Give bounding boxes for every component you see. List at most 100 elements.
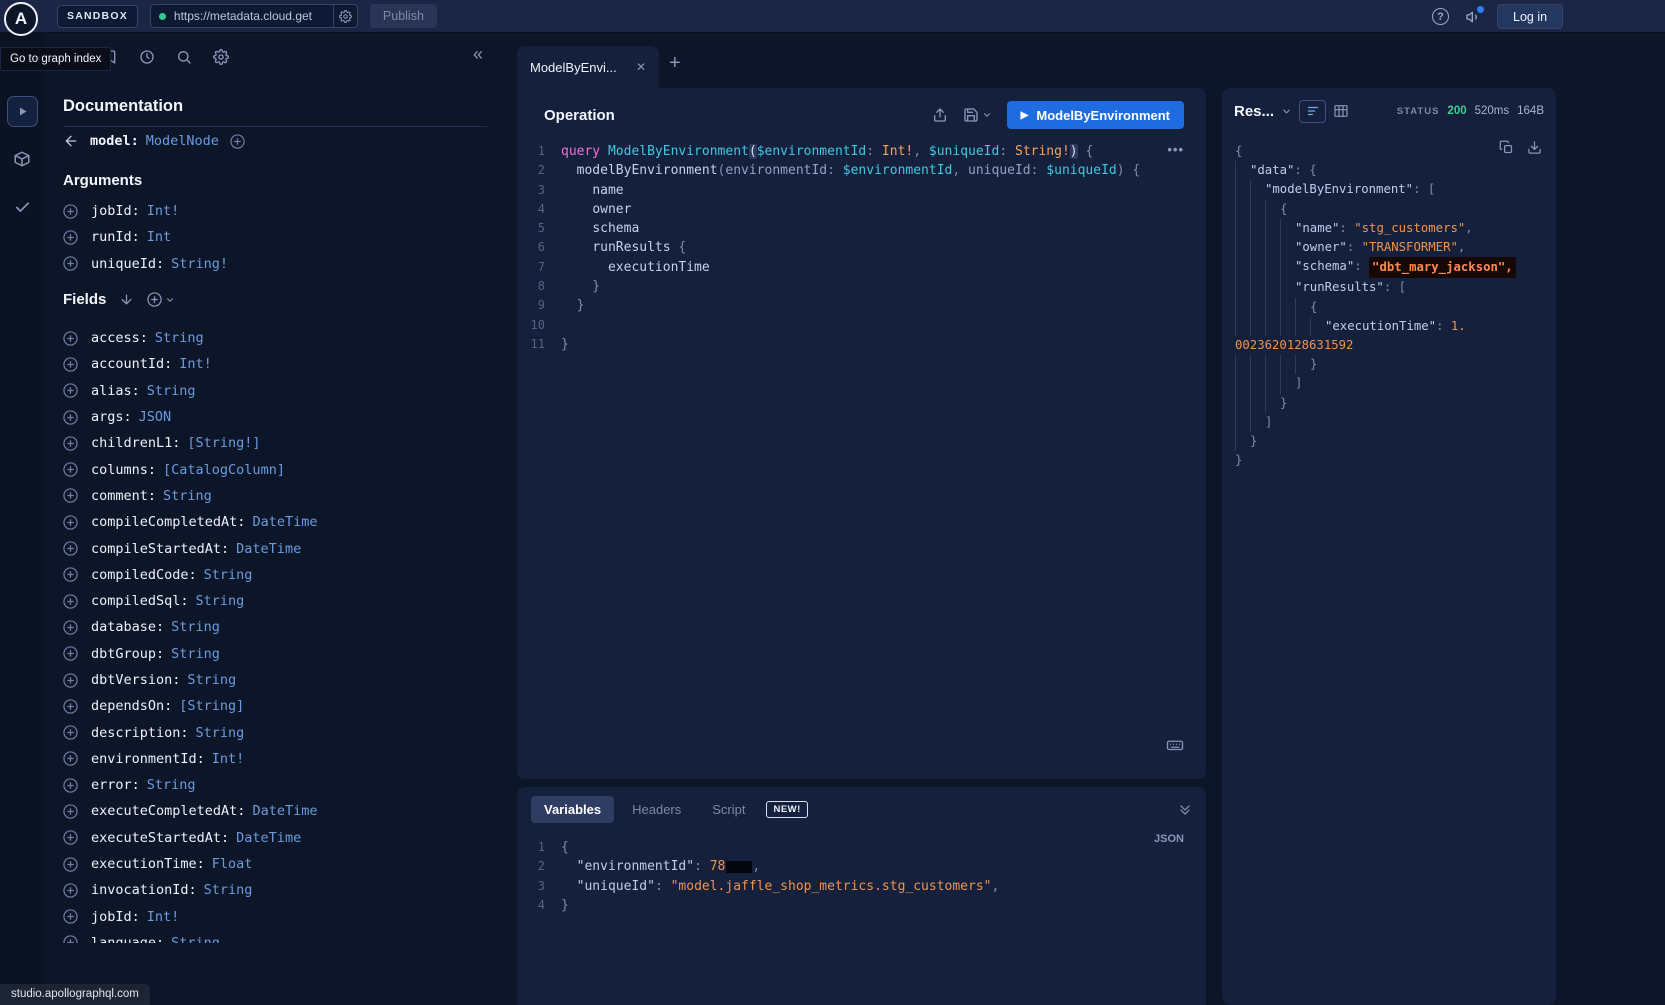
endpoint-input[interactable]: https://metadata.cloud.get [150, 4, 358, 28]
add-to-query-icon[interactable] [63, 646, 78, 661]
fields-list[interactable]: access:StringaccountId:Int!alias:Stringa… [63, 325, 487, 943]
share-icon[interactable] [932, 107, 948, 123]
field-type-link[interactable]: Float [212, 856, 253, 872]
field-type-link[interactable]: DateTime [236, 541, 301, 557]
add-to-query-icon[interactable] [63, 541, 78, 556]
add-to-query-icon[interactable] [63, 620, 78, 635]
checks-icon[interactable] [14, 199, 31, 216]
indent-guide [1265, 200, 1280, 219]
add-to-query-icon[interactable] [63, 935, 78, 943]
field-type-link[interactable]: DateTime [252, 803, 317, 819]
add-to-query-icon[interactable] [63, 383, 78, 398]
add-to-query-icon[interactable] [63, 204, 78, 219]
endpoint-url[interactable]: https://metadata.cloud.get [166, 9, 333, 23]
add-to-query-icon[interactable] [63, 256, 78, 271]
field-type-link[interactable]: String [187, 672, 236, 688]
field-type-link[interactable]: String! [171, 256, 228, 272]
field-type-link[interactable]: String [204, 882, 253, 898]
history-icon[interactable] [139, 49, 155, 65]
field-row: database:String [63, 614, 487, 640]
collapse-sidebar-icon[interactable]: « [473, 45, 483, 63]
code-token: , [1458, 238, 1465, 257]
announcements-icon[interactable] [1465, 9, 1481, 25]
editor-overflow-menu-icon[interactable]: ••• [1167, 142, 1184, 157]
field-type-link[interactable]: String [196, 725, 245, 741]
connection-settings-icon[interactable] [333, 5, 357, 27]
add-to-query-icon[interactable] [63, 699, 78, 714]
response-json[interactable]: {"data": {"modelByEnvironment": [{"name"… [1222, 134, 1556, 470]
field-type-link[interactable]: Int! [147, 909, 180, 925]
add-all-fields-icon[interactable] [147, 292, 175, 307]
explorer-icon[interactable] [7, 96, 38, 127]
add-to-query-icon[interactable] [63, 857, 78, 872]
save-icon[interactable] [963, 107, 979, 123]
field-type-link[interactable]: String [204, 567, 253, 583]
add-to-query-icon[interactable] [63, 804, 78, 819]
copy-response-icon[interactable] [1499, 140, 1514, 155]
save-menu-chevron-icon[interactable] [982, 110, 992, 120]
field-type-link[interactable]: [CatalogColumn] [163, 462, 285, 478]
field-type-link[interactable]: String [147, 383, 196, 399]
field-type-link[interactable]: String [155, 330, 204, 346]
download-response-icon[interactable] [1527, 140, 1542, 155]
field-type-link[interactable]: DateTime [236, 830, 301, 846]
add-to-query-icon[interactable] [63, 778, 78, 793]
add-to-query-icon[interactable] [63, 830, 78, 845]
add-to-query-icon[interactable] [63, 883, 78, 898]
add-to-query-icon[interactable] [63, 751, 78, 766]
field-type-link[interactable]: String [171, 935, 220, 943]
field-type-link[interactable]: JSON [139, 409, 172, 425]
apollo-logo[interactable]: A [4, 2, 38, 36]
add-to-query-icon[interactable] [63, 462, 78, 477]
run-operation-button[interactable]: ▶ ModelByEnvironment [1007, 101, 1184, 129]
settings-icon[interactable] [213, 49, 229, 65]
operation-tab[interactable]: ModelByEnvi... ✕ [517, 46, 659, 88]
connection-status-dot [159, 13, 166, 20]
keyboard-shortcuts-icon[interactable] [1166, 736, 1184, 754]
add-to-query-icon[interactable] [63, 725, 78, 740]
tab-script[interactable]: Script [699, 796, 758, 823]
field-type-link[interactable]: String [171, 646, 220, 662]
add-to-query-icon[interactable] [63, 488, 78, 503]
tree-view-icon[interactable] [1299, 100, 1326, 123]
collapse-panel-icon[interactable] [1178, 803, 1192, 817]
table-view-icon[interactable] [1333, 103, 1349, 119]
back-icon[interactable] [63, 133, 79, 149]
add-to-query-icon[interactable] [63, 230, 78, 245]
add-to-query-icon[interactable] [63, 331, 78, 346]
schema-icon[interactable] [13, 150, 31, 168]
field-type-link[interactable]: String [147, 777, 196, 793]
new-tab-icon[interactable]: + [669, 53, 681, 73]
tab-variables[interactable]: Variables [531, 796, 614, 823]
field-type-link[interactable]: [String!] [187, 435, 260, 451]
field-type-link[interactable]: Int! [179, 356, 212, 372]
add-to-query-icon[interactable] [63, 357, 78, 372]
sort-fields-icon[interactable] [119, 292, 134, 307]
field-type-link[interactable]: Int [147, 229, 171, 245]
add-to-query-icon[interactable] [230, 134, 245, 149]
field-type-link[interactable]: String [163, 488, 212, 504]
add-to-query-icon[interactable] [63, 567, 78, 582]
variables-editor[interactable]: 1{2 "environmentId": 78,3 "uniqueId": "m… [517, 838, 1206, 915]
field-type-link[interactable]: Int! [212, 751, 245, 767]
field-type-link[interactable]: Int! [147, 203, 180, 219]
field-type-link[interactable]: [String] [179, 698, 244, 714]
add-to-query-icon[interactable] [63, 909, 78, 924]
operation-editor[interactable]: 1query ModelByEnvironment($environmentId… [517, 142, 1206, 354]
field-type-link[interactable]: String [196, 593, 245, 609]
help-icon[interactable]: ? [1432, 8, 1449, 25]
response-menu-chevron-icon[interactable] [1281, 106, 1292, 117]
close-tab-icon[interactable]: ✕ [636, 60, 646, 74]
tab-headers[interactable]: Headers [619, 796, 694, 823]
add-to-query-icon[interactable] [63, 594, 78, 609]
add-to-query-icon[interactable] [63, 410, 78, 425]
field-type-link[interactable]: String [171, 619, 220, 635]
add-to-query-icon[interactable] [63, 673, 78, 688]
field-type-link[interactable]: DateTime [252, 514, 317, 530]
search-icon[interactable] [176, 49, 192, 65]
publish-button[interactable]: Publish [370, 4, 437, 28]
add-to-query-icon[interactable] [63, 515, 78, 530]
add-to-query-icon[interactable] [63, 436, 78, 451]
model-type-link[interactable]: ModelNode [146, 133, 219, 149]
login-button[interactable]: Log in [1497, 4, 1563, 29]
